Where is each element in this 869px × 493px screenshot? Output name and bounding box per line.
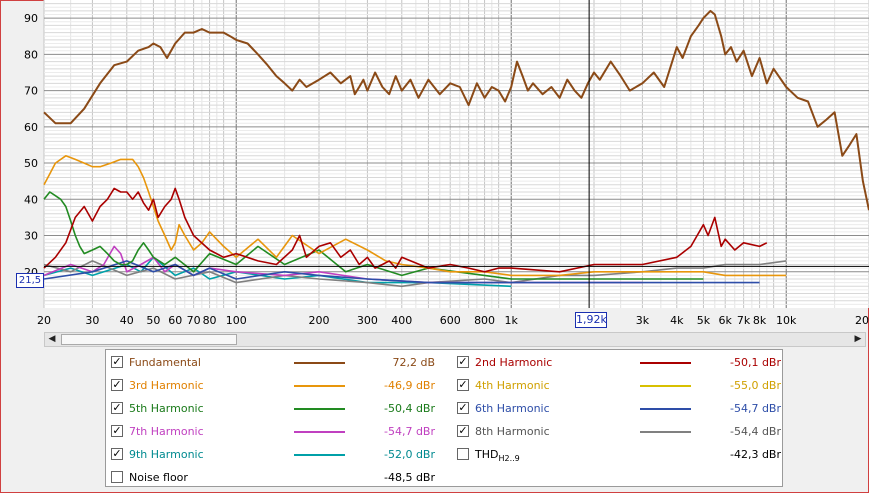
x-tick-label: 8k [752, 314, 767, 327]
legend-checkbox[interactable]: ✓ [457, 356, 469, 368]
legend-line-swatch [294, 454, 345, 456]
legend-label: THDH2..9 [475, 448, 520, 463]
legend-row: Noise floor -48,5 dBr [111, 469, 441, 487]
legend-panel: ✓ Fundamental 72,2 dB ✓ 2nd Harmonic -50,1 dB… [105, 349, 783, 487]
legend-line-swatch [294, 431, 345, 433]
legend-line-swatch [640, 385, 691, 387]
x-tick-label: 20 [855, 314, 869, 327]
legend-checkbox[interactable]: ✓ [111, 448, 123, 460]
legend-line-swatch [640, 408, 691, 410]
x-tick-label: 100 [225, 314, 247, 327]
legend-checkbox[interactable] [111, 471, 123, 483]
legend-label-subscript: H2..9 [498, 454, 520, 463]
legend-label: Noise floor [129, 471, 188, 484]
x-tick-label: 200 [308, 314, 330, 327]
legend-checkbox[interactable]: ✓ [457, 402, 469, 414]
y-tick-label: 50 [24, 157, 38, 170]
legend-label: 2nd Harmonic [475, 356, 553, 369]
legend-value: -48,5 dBr [383, 471, 435, 484]
cursor-y-readout: 21,5 [16, 273, 44, 288]
legend-row: ✓ 3rd Harmonic -46,9 dBr [111, 377, 441, 395]
legend-row: ✓ 2nd Harmonic -50,1 dBr [457, 354, 787, 372]
legend-value: 72,2 dB [392, 356, 435, 369]
legend-row: ✓ 5th Harmonic -50,4 dBr [111, 400, 441, 418]
legend-label: 3rd Harmonic [129, 379, 204, 392]
legend-value: -54,4 dBr [729, 425, 781, 438]
x-tick-label: 6k [718, 314, 732, 327]
legend-line-swatch [294, 408, 345, 410]
distortion-plot[interactable]: 2030405060708090 [0, 0, 869, 310]
legend-row: ✓ 9th Harmonic -52,0 dBr [111, 446, 441, 464]
scroll-left-arrow-icon[interactable]: ◀ [45, 333, 59, 346]
legend-checkbox[interactable]: ✓ [111, 379, 123, 391]
legend-line-swatch [640, 431, 691, 433]
legend-value: -55,0 dBr [729, 379, 781, 392]
y-tick-label: 60 [24, 121, 38, 134]
cursor-x-readout: 1,92k [575, 312, 607, 328]
x-tick-label: 40 [119, 314, 134, 327]
x-tick-label: 10k [776, 314, 797, 327]
x-tick-label: 60 [168, 314, 183, 327]
legend-value: -54,7 dBr [383, 425, 435, 438]
legend-checkbox[interactable]: ✓ [457, 425, 469, 437]
legend-label: 4th Harmonic [475, 379, 550, 392]
legend-value: -50,1 dBr [729, 356, 781, 369]
scroll-right-arrow-icon[interactable]: ▶ [851, 333, 865, 346]
legend-checkbox[interactable]: ✓ [457, 379, 469, 391]
y-tick-label: 90 [24, 12, 38, 25]
y-axis-labels: 2030405060708090 [24, 12, 38, 279]
legend-row: ✓ 7th Harmonic -54,7 dBr [111, 423, 441, 441]
x-axis: 20 30 40 50 60 70 80 100 200 300 400 600 800 1k 3k 4k 5k… [0, 310, 869, 332]
x-tick-label: 3k [635, 314, 650, 327]
legend-label: 7th Harmonic [129, 425, 204, 438]
x-tick-label: 50 [146, 314, 161, 327]
legend-row: ✓ 6th Harmonic -54,7 dBr [457, 400, 787, 418]
y-tick-label: 70 [24, 85, 38, 98]
legend-line-swatch [294, 362, 345, 364]
x-tick-label: 4k [670, 314, 684, 327]
x-tick-label: 300 [356, 314, 378, 327]
horizontal-scrollbar[interactable]: ◀ ▶ [44, 332, 866, 347]
legend-row: ✓ Fundamental 72,2 dB [111, 354, 441, 372]
legend-line-swatch [640, 362, 691, 364]
x-tick-label: 1k [504, 314, 518, 327]
x-tick-label: 400 [391, 314, 413, 327]
legend-checkbox[interactable]: ✓ [111, 356, 123, 368]
legend-line-swatch [294, 385, 345, 387]
legend-row: ✓ 4th Harmonic -55,0 dBr [457, 377, 787, 395]
legend-value: -42,3 dBr [729, 448, 781, 461]
legend-value: -50,4 dBr [383, 402, 435, 415]
legend-checkbox[interactable] [457, 448, 469, 460]
legend-row: THDH2..9 -42,3 dBr [457, 446, 787, 464]
legend-label: Fundamental [129, 356, 201, 369]
scrollbar-thumb[interactable] [61, 334, 237, 345]
legend-value: -46,9 dBr [383, 379, 435, 392]
y-tick-label: 40 [24, 193, 38, 206]
legend-checkbox[interactable]: ✓ [111, 402, 123, 414]
x-tick-label: 5k [696, 314, 711, 327]
legend-label: 6th Harmonic [475, 402, 550, 415]
legend-label: 8th Harmonic [475, 425, 550, 438]
legend-checkbox[interactable]: ✓ [111, 425, 123, 437]
legend-label: 9th Harmonic [129, 448, 204, 461]
x-tick-label: 30 [85, 314, 100, 327]
x-tick-label: 70 [186, 314, 201, 327]
x-tick-label: 80 [202, 314, 217, 327]
x-tick-label: 600 [439, 314, 461, 327]
legend-value: -54,7 dBr [729, 402, 781, 415]
legend-label: 5th Harmonic [129, 402, 204, 415]
legend-value: -52,0 dBr [383, 448, 435, 461]
y-tick-label: 30 [24, 230, 38, 243]
x-tick-label: 20 [37, 314, 51, 327]
x-tick-label: 800 [474, 314, 496, 327]
y-tick-label: 80 [24, 48, 38, 61]
legend-row: ✓ 8th Harmonic -54,4 dBr [457, 423, 787, 441]
x-tick-label: 7k [736, 314, 751, 327]
